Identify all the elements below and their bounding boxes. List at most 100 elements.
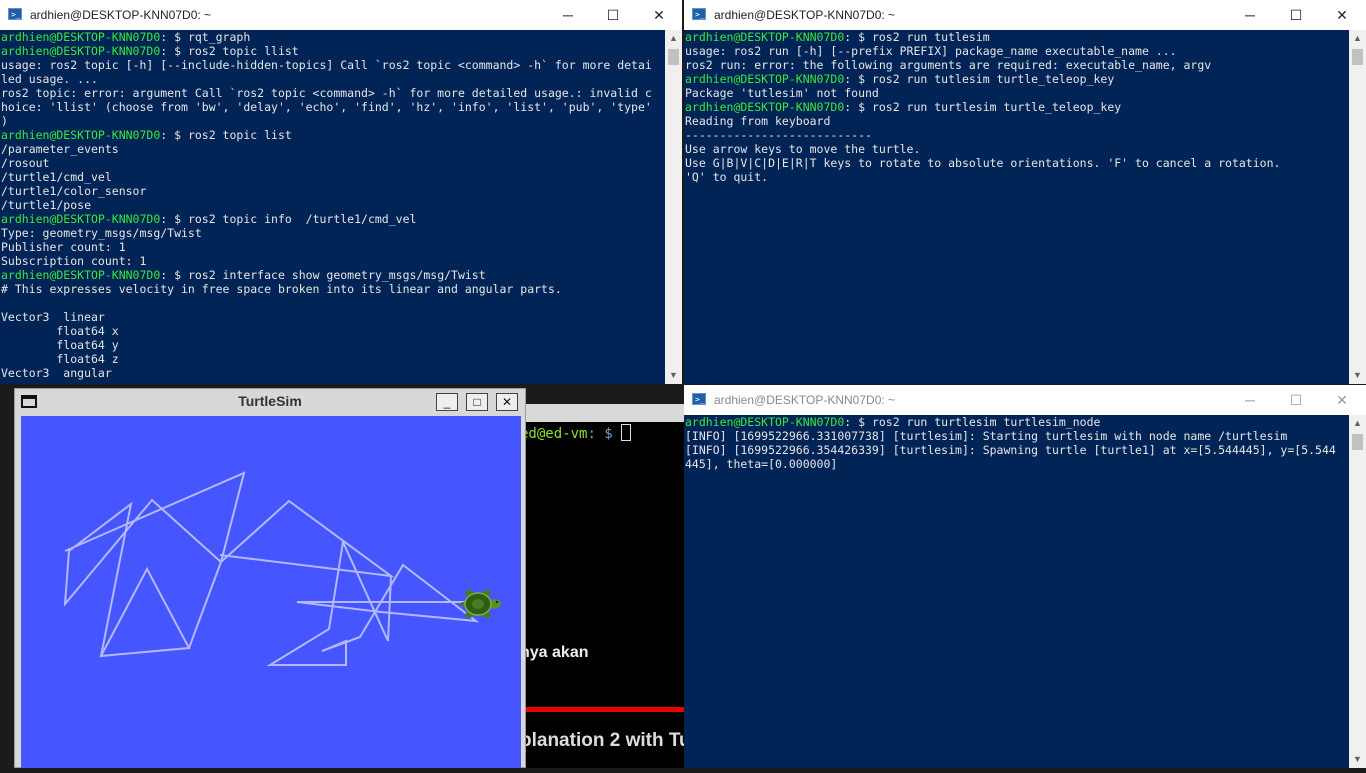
line-text: ros2 topic: error: argument Call `ros2 t… — [1, 86, 652, 100]
vertical-scrollbar[interactable]: ▲ ▼ — [665, 30, 682, 384]
terminal-line: ros2 topic: error: argument Call `ros2 t… — [1, 86, 682, 100]
line-text: 'Q' to quit. — [685, 170, 769, 184]
window-titlebar[interactable]: >_ ardhien@DESKTOP-KNN07D0: ~ ─ ☐ ✕ — [684, 0, 1366, 30]
line-text: : $ ros2 topic list — [160, 128, 292, 142]
terminal-line: /turtle1/cmd_vel — [1, 170, 682, 184]
terminal-body[interactable]: ardhien@DESKTOP-KNN07D0: $ ros2 run tutl… — [684, 30, 1366, 384]
video-title: planation 2 with Tu — [520, 730, 685, 751]
scrollbar-thumb[interactable] — [668, 49, 679, 65]
video-terminal-prompt: ed@ed-vm: $ — [520, 424, 632, 442]
terminal-line: float64 z — [1, 352, 682, 366]
terminal-line: ardhien@DESKTOP-KNN07D0: $ ros2 run tutl… — [685, 30, 1366, 44]
maximize-button[interactable]: ☐ — [590, 0, 636, 30]
minimize-button[interactable]: ─ — [1227, 385, 1273, 415]
terminal-line: /turtle1/pose — [1, 198, 682, 212]
turtle-trail-svg — [63, 471, 480, 666]
close-button[interactable]: ✕ — [496, 393, 518, 411]
line-text: --------------------------- — [685, 128, 872, 142]
line-text: usage: ros2 run [-h] [--prefix PREFIX] p… — [685, 44, 1177, 58]
background-video-player: ed@ed-vm: $ nya akan planation 2 with Tu — [520, 404, 685, 768]
terminal-line: # This expresses velocity in free space … — [1, 282, 682, 296]
vertical-scrollbar[interactable]: ▲ ▼ — [1349, 415, 1366, 768]
terminal-line: ardhien@DESKTOP-KNN07D0: $ ros2 topic ll… — [1, 44, 682, 58]
terminal-line: [INFO] [1699522966.354426339] [turtlesim… — [685, 443, 1366, 457]
close-button[interactable]: ✕ — [1319, 0, 1365, 30]
line-text: ) — [1, 114, 8, 128]
terminal-line: hoice: 'llist' (choose from 'bw', 'delay… — [1, 100, 682, 114]
maximize-button[interactable]: ☐ — [1273, 385, 1319, 415]
line-text: : $ ros2 run turtlesim turtlesim_node — [844, 415, 1101, 429]
prompt-user-host: ardhien@DESKTOP-KNN07D0 — [685, 415, 845, 429]
scroll-down-arrow-icon[interactable]: ▼ — [1349, 367, 1366, 384]
terminal-window-bottom-right: >_ ardhien@DESKTOP-KNN07D0: ~ ─ ☐ ✕ ardh… — [684, 385, 1366, 768]
close-button[interactable]: ✕ — [636, 0, 682, 30]
line-text: Package 'tutlesim' not found — [685, 86, 879, 100]
terminal-line: --------------------------- — [685, 128, 1366, 142]
terminal-line: Type: geometry_msgs/msg/Twist — [1, 226, 682, 240]
scroll-up-arrow-icon[interactable]: ▲ — [1349, 30, 1366, 47]
terminal-output: ardhien@DESKTOP-KNN07D0: $ rqt_graph ardh… — [0, 30, 682, 380]
line-text: usage: ros2 topic [-h] [--include-hidden… — [1, 58, 652, 72]
line-text: : $ ros2 topic info /turtle1/cmd_vel — [160, 212, 417, 226]
minimize-button[interactable]: _ — [436, 393, 458, 411]
video-prompt-user: ed@ed-vm — [520, 426, 588, 442]
line-text: Subscription count: 1 — [1, 254, 147, 268]
prompt-user-host: ardhien@DESKTOP-KNN07D0 — [1, 44, 161, 58]
terminal-line: Vector3 angular — [1, 366, 682, 380]
maximize-button[interactable]: □ — [466, 393, 488, 411]
powershell-icon: >_ — [692, 393, 706, 405]
line-text: Publisher count: 1 — [1, 240, 126, 254]
line-text: float64 x — [1, 324, 119, 338]
line-text: : $ ros2 run tutlesim — [844, 30, 990, 44]
terminal-body[interactable]: ardhien@DESKTOP-KNN07D0: $ ros2 run turt… — [684, 415, 1366, 768]
line-text: Vector3 linear — [1, 310, 105, 324]
video-prompt-path: : $ — [587, 426, 613, 442]
scroll-down-arrow-icon[interactable]: ▼ — [665, 367, 682, 384]
terminal-line: 445], theta=[0.000000] — [685, 457, 1366, 471]
maximize-button[interactable]: ☐ — [1273, 0, 1319, 30]
terminal-line: 'Q' to quit. — [685, 170, 1366, 184]
window-titlebar[interactable]: TurtleSim _ □ ✕ — [15, 389, 525, 415]
prompt-user-host: ardhien@DESKTOP-KNN07D0 — [1, 128, 161, 142]
line-text: led usage. ... — [1, 72, 98, 86]
turtlesim-canvas — [21, 416, 521, 768]
terminal-line: ardhien@DESKTOP-KNN07D0: $ ros2 topic in… — [1, 212, 682, 226]
terminal-line: usage: ros2 run [-h] [--prefix PREFIX] p… — [685, 44, 1366, 58]
scrollbar-thumb[interactable] — [1352, 49, 1363, 65]
line-text: [INFO] [1699522966.354426339] [turtlesim… — [685, 443, 1336, 457]
video-progress-bar[interactable] — [520, 707, 685, 712]
terminal-body[interactable]: ardhien@DESKTOP-KNN07D0: $ rqt_graph ardh… — [0, 30, 682, 384]
terminal-window-top-right: >_ ardhien@DESKTOP-KNN07D0: ~ ─ ☐ ✕ ardh… — [684, 0, 1366, 384]
text-cursor — [621, 424, 632, 441]
line-text: Vector3 angular — [1, 366, 112, 380]
terminal-line: /turtle1/color_sensor — [1, 184, 682, 198]
window-title: ardhien@DESKTOP-KNN07D0: ~ — [714, 393, 896, 407]
terminal-window-top-left: >_ ardhien@DESKTOP-KNN07D0: ~ ─ ☐ ✕ ardh… — [0, 0, 682, 384]
window-title: ardhien@DESKTOP-KNN07D0: ~ — [714, 8, 896, 22]
scroll-up-arrow-icon[interactable]: ▲ — [1349, 415, 1366, 432]
terminal-line: ardhien@DESKTOP-KNN07D0: $ rqt_graph — [1, 30, 682, 44]
terminal-line: float64 x — [1, 324, 682, 338]
close-button[interactable]: ✕ — [1319, 385, 1365, 415]
window-titlebar[interactable]: >_ ardhien@DESKTOP-KNN07D0: ~ ─ ☐ ✕ — [684, 385, 1366, 415]
terminal-line: [INFO] [1699522966.331007738] [turtlesim… — [685, 429, 1366, 443]
terminal-line: usage: ros2 topic [-h] [--include-hidden… — [1, 58, 682, 72]
terminal-line: ) — [1, 114, 682, 128]
window-titlebar[interactable]: >_ ardhien@DESKTOP-KNN07D0: ~ ─ ☐ ✕ — [0, 0, 682, 30]
terminal-line: Package 'tutlesim' not found — [685, 86, 1366, 100]
vertical-scrollbar[interactable]: ▲ ▼ — [1349, 30, 1366, 384]
line-text: # This expresses velocity in free space … — [1, 282, 562, 296]
line-text: : $ ros2 run tutlesim turtle_teleop_key — [844, 72, 1115, 86]
line-text: float64 y — [1, 338, 119, 352]
line-text: /turtle1/cmd_vel — [1, 170, 112, 184]
minimize-button[interactable]: ─ — [545, 0, 591, 30]
scroll-up-arrow-icon[interactable]: ▲ — [665, 30, 682, 47]
line-text: /turtle1/pose — [1, 198, 92, 212]
terminal-line: Reading from keyboard — [685, 114, 1366, 128]
scroll-down-arrow-icon[interactable]: ▼ — [1349, 751, 1366, 768]
scrollbar-thumb[interactable] — [1352, 434, 1363, 450]
minimize-button[interactable]: ─ — [1227, 0, 1273, 30]
powershell-icon: >_ — [692, 8, 706, 20]
terminal-line: /rosout — [1, 156, 682, 170]
video-terminal-titlebar — [520, 404, 685, 422]
